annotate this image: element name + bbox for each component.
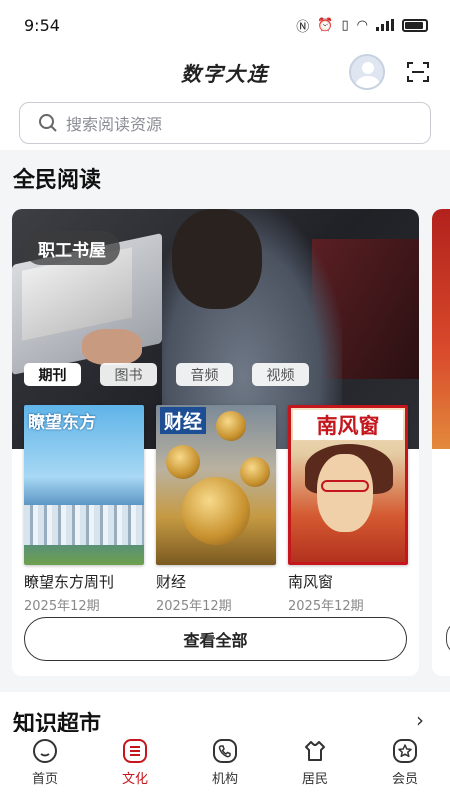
search-bar: 搜索阅读资源 [0,100,450,150]
magazine-item[interactable]: 南风窗 南风窗 2025年12期 [288,405,408,614]
tabbar-item-resident[interactable]: 居民 [275,738,355,787]
magazine-cover[interactable]: 瞭望东方 [24,405,144,565]
section-knowledge: 知识超市 › [0,692,450,737]
cover-masthead: 瞭望东方 [28,413,96,433]
avatar[interactable] [349,54,385,90]
chevron-right-icon[interactable]: › [416,708,424,732]
search-placeholder: 搜索阅读资源 [66,115,163,134]
tabbar-label: 会员 [391,772,418,787]
tabbar-label: 机构 [211,772,238,787]
scan-icon[interactable] [407,62,429,82]
culture-icon [123,739,147,763]
tabbar-label: 文化 [121,772,148,787]
wifi-icon: ◠ [356,17,368,33]
magazine-item[interactable]: 瞭望东方 瞭望东方周刊 2025年12期 [24,405,144,614]
status-time: 9:54 [24,15,60,35]
tabbar-label: 居民 [301,772,328,787]
tab-periodicals[interactable]: 期刊 [24,363,81,386]
tabbar-label: 首页 [31,772,58,787]
status-icons: Ⓝ ⏰ ▯ ◠ [296,16,428,35]
magazine-title: 瞭望东方周刊 [24,573,115,591]
vibrate-icon: ▯ [341,17,349,33]
nfc-icon: Ⓝ [296,19,310,35]
cover-masthead: 南风窗 [293,410,403,440]
magazine-issue: 2025年12期 [24,599,100,614]
tabbar-item-culture[interactable]: 文化 [95,738,175,787]
search-icon [39,114,57,132]
battery-icon [402,18,428,32]
next-card-peek[interactable] [432,209,450,676]
tab-video[interactable]: 视频 [252,363,309,386]
magazine-title: 财经 [156,573,187,591]
magazine-title: 南风窗 [288,573,334,591]
search-input[interactable]: 搜索阅读资源 [19,102,431,144]
signal-icon [376,19,394,31]
card-badge: 职工书屋 [24,231,120,265]
tabbar-item-member[interactable]: 会员 [365,738,445,787]
status-bar: 9:54 Ⓝ ⏰ ▯ ◠ [0,0,450,50]
magazine-issue: 2025年12期 [156,599,232,614]
section-title-reading: 全民阅读 [13,168,102,193]
magazine-cover[interactable]: 南风窗 [288,405,408,565]
resident-icon [305,741,325,761]
home-icon [33,739,57,763]
alarm-icon: ⏰ [317,17,334,33]
magazine-issue: 2025年12期 [288,599,364,614]
cover-masthead: 财经 [160,407,207,434]
tabbar-item-home[interactable]: 首页 [5,738,85,787]
tab-books[interactable]: 图书 [100,363,157,386]
member-icon [393,739,417,763]
phone-icon [213,739,237,763]
bottom-tab-bar: 首页 文化 机构 居民 会员 [0,732,450,800]
tab-audio[interactable]: 音频 [176,363,233,386]
app-header: 数字大连 [0,50,450,100]
view-all-button[interactable]: 查看全部 [24,617,407,661]
reading-card: 职工书屋 期刊 图书 音频 视频 瞭望东方 瞭望东方周刊 2025年12期 财经… [12,209,419,676]
tabbar-item-institution[interactable]: 机构 [185,738,265,787]
magazine-item[interactable]: 财经 财经 2025年12期 [156,405,276,614]
media-tabs: 期刊 图书 音频 视频 [24,363,309,386]
magazine-cover[interactable]: 财经 [156,405,276,565]
